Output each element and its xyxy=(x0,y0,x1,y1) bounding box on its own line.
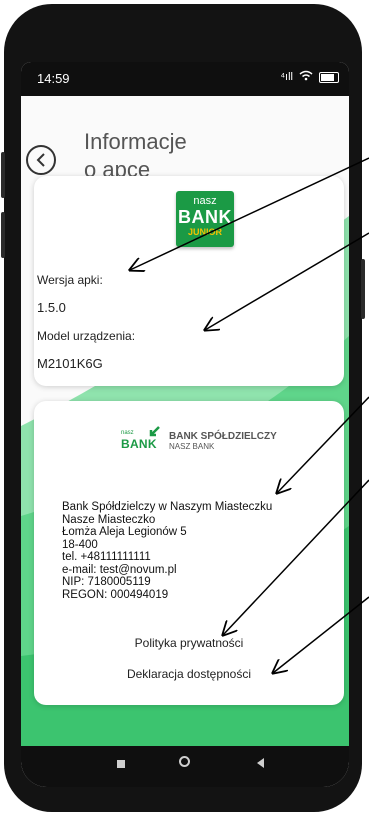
volume-button xyxy=(1,212,5,258)
version-value: 1.5.0 xyxy=(37,300,66,315)
signal-icon: ⁴ıll xyxy=(280,71,293,83)
page-title-line1: Informacje xyxy=(84,129,187,154)
bank-logo-mark: nasz BANK xyxy=(121,426,163,452)
chevron-left-icon xyxy=(36,153,45,167)
home-button[interactable] xyxy=(179,756,190,767)
nip-line: NIP: 7180005119 xyxy=(62,576,151,588)
bank-address: Bank Spółdzielczy w Naszym Miasteczku Na… xyxy=(62,501,272,601)
status-bar: 14:59 ⁴ıll xyxy=(21,62,349,96)
bank-name-line1: BANK SPÓŁDZIELCZY xyxy=(169,431,277,442)
regon-line: REGON: 000494019 xyxy=(62,588,169,601)
recent-apps-button[interactable] xyxy=(117,760,125,768)
back-button[interactable] xyxy=(26,145,56,175)
power-button xyxy=(361,259,365,319)
address-line: 18-400 xyxy=(62,538,98,551)
app-info-card: nasz BANK JUNIOR Wersja apki: 1.5.0 Mode… xyxy=(34,176,344,386)
email-line: e-mail: test@novum.pl xyxy=(62,563,177,576)
bank-logo-small: nasz xyxy=(121,430,134,436)
bank-info-card: nasz BANK BANK SPÓŁDZIELCZY NASZ BANK Ba… xyxy=(34,401,344,705)
app-logo: nasz BANK JUNIOR xyxy=(176,191,234,247)
arrow-logo-icon xyxy=(149,426,160,437)
wifi-icon xyxy=(299,70,313,84)
privacy-policy-link[interactable]: Polityka prywatności xyxy=(34,636,344,650)
address-line: Nasze Miasteczko xyxy=(62,513,156,526)
phone-frame: 14:59 ⁴ıll Informacje o apce nasz BANK J… xyxy=(1,4,365,812)
device-value: M2101K6G xyxy=(37,356,103,371)
version-label: Wersja apki: xyxy=(37,273,103,287)
bank-logo: nasz BANK BANK SPÓŁDZIELCZY NASZ BANK xyxy=(121,426,277,454)
app-logo-line2: BANK xyxy=(178,207,232,227)
volume-button xyxy=(1,152,5,198)
android-nav-bar xyxy=(21,746,349,787)
app-logo-line3: JUNIOR xyxy=(187,227,222,237)
battery-icon xyxy=(319,71,339,83)
status-icons: ⁴ıll xyxy=(280,70,339,84)
phone-screen: 14:59 ⁴ıll Informacje o apce nasz BANK J… xyxy=(21,62,349,787)
app-content: Informacje o apce nasz BANK JUNIOR Wersj… xyxy=(21,96,349,746)
address-line: Łomża Aleja Legionów 5 xyxy=(62,526,187,538)
back-nav-button[interactable] xyxy=(257,758,264,768)
phone-line: tel. +48111111111 xyxy=(62,551,151,563)
address-line: Bank Spółdzielczy w Naszym Miasteczku xyxy=(62,501,273,513)
accessibility-declaration-link[interactable]: Deklaracja dostępności xyxy=(34,667,344,681)
bank-name-line2: NASZ BANK xyxy=(169,442,215,451)
device-label: Model urządzenia: xyxy=(37,329,136,343)
status-time: 14:59 xyxy=(37,71,70,86)
bank-logo-big: BANK xyxy=(121,437,157,451)
